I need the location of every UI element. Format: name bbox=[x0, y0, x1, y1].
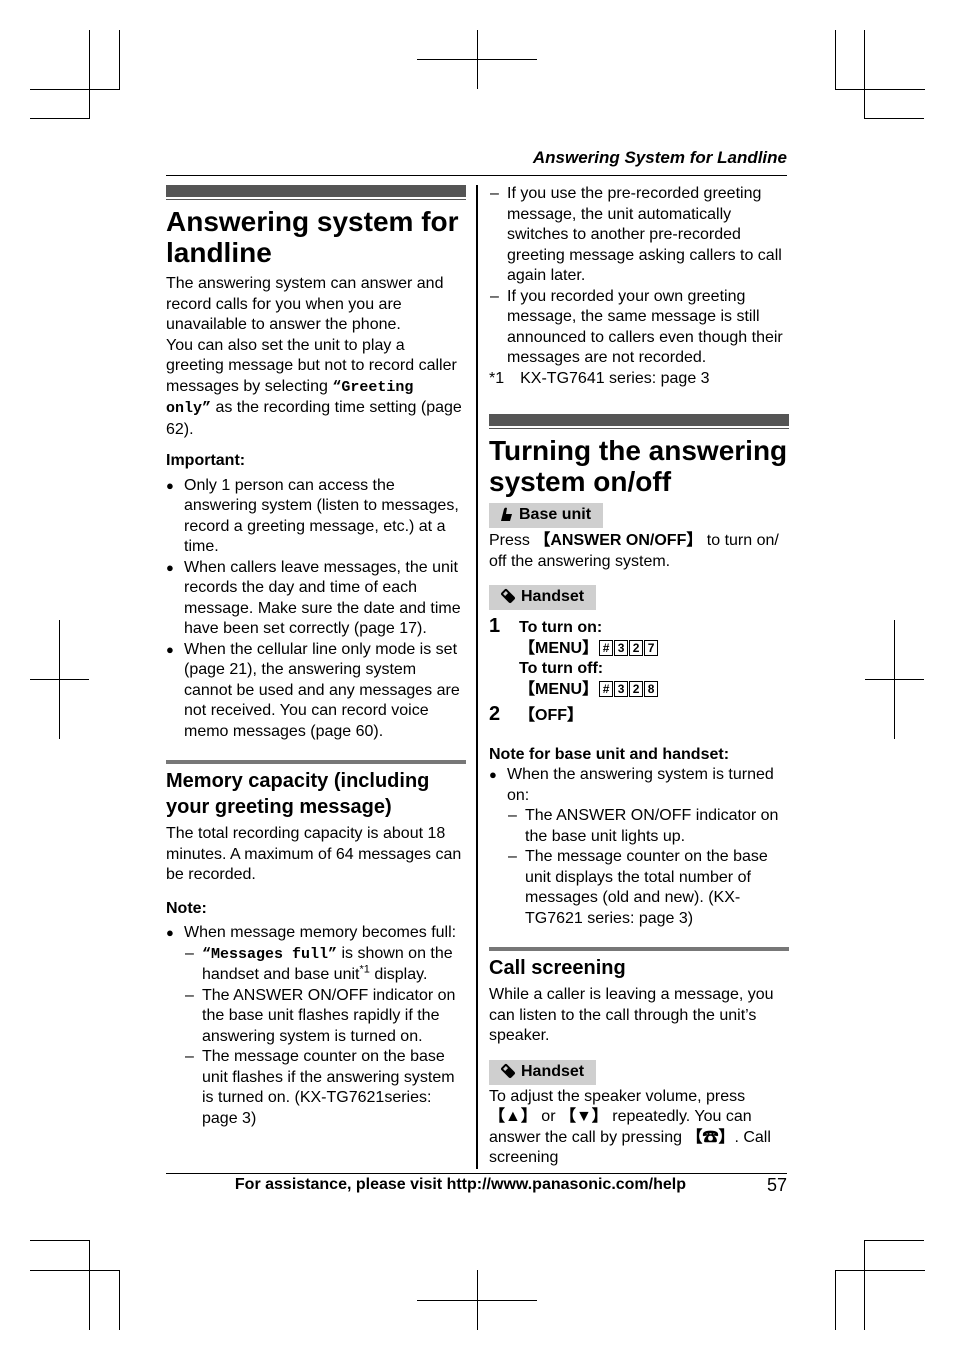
running-header: Answering System for Landline bbox=[532, 148, 787, 167]
note-label: Note for base unit and handset: bbox=[489, 745, 730, 763]
key-8: 8 bbox=[644, 680, 659, 697]
screening-text: While a caller is leaving a message, you… bbox=[489, 986, 774, 1044]
handset-badge: Handset bbox=[489, 585, 597, 610]
sub-list-item: If you use the pre-recorded greeting mes… bbox=[489, 184, 789, 287]
handset-badge: Handset bbox=[489, 1059, 597, 1085]
page-number: 57 bbox=[766, 1175, 787, 1195]
text: Press bbox=[489, 532, 535, 549]
column-divider bbox=[476, 185, 478, 1169]
left-column: Answering system for landline The answer… bbox=[166, 185, 466, 1129]
handset-icon bbox=[501, 1063, 515, 1078]
sub-list-item: “Messages full” is shown on the handset … bbox=[184, 944, 466, 986]
footer-assistance: For assistance, please visit http://www.… bbox=[234, 1176, 686, 1193]
key-hash: # bbox=[599, 680, 614, 697]
off-key: 【OFF】 bbox=[519, 707, 583, 724]
continued-list: If you use the pre-recorded greeting mes… bbox=[489, 184, 789, 369]
list-item: Only 1 person can access the answering s… bbox=[166, 476, 466, 558]
intro-paragraph-2: You can also set the unit to play a gree… bbox=[166, 336, 466, 441]
turn-off-keys: 【MENU】 #3 2 8 bbox=[519, 680, 789, 701]
section-bar-thin bbox=[489, 428, 789, 429]
text: To adjust the speaker volume, press bbox=[489, 1087, 746, 1105]
menu-key: 【MENU】 bbox=[519, 680, 599, 698]
key-2: 2 bbox=[629, 639, 644, 656]
key-hash: # bbox=[599, 639, 614, 656]
intro-paragraph: The answering system can answer and reco… bbox=[166, 275, 444, 333]
sub-list-item: The ANSWER ON/OFF indicator on the base … bbox=[184, 986, 466, 1048]
subsection-rule bbox=[489, 947, 789, 951]
turn-on-keys: 【MENU】 #3 2 7 bbox=[519, 639, 789, 660]
step-number: 2 bbox=[489, 703, 501, 725]
messages-full-display: “Messages full” bbox=[202, 945, 338, 963]
text: When message memory becomes full: bbox=[184, 924, 457, 941]
important-label: Important: bbox=[166, 452, 246, 469]
turn-on-label: To turn on: bbox=[519, 619, 603, 636]
key-2: 2 bbox=[629, 680, 644, 697]
sub-list-item: The message counter on the base unit dis… bbox=[507, 847, 789, 929]
text: When the answering system is turned on: bbox=[507, 766, 774, 804]
base-unit-instruction: Press 【ANSWER ON/OFF】 to turn on/ off th… bbox=[489, 531, 789, 572]
subsection-title: Memory capacity (including your greeting… bbox=[166, 770, 430, 818]
text: as the recording time setting (page 62). bbox=[166, 399, 462, 438]
text: display. bbox=[369, 966, 428, 983]
note-label: Note: bbox=[166, 899, 207, 917]
subsection-title: Call screening bbox=[489, 957, 626, 979]
header-rule bbox=[166, 175, 787, 176]
list-item: When the answering system is turned on: … bbox=[489, 765, 789, 929]
section-title: Turning the answering system on/off bbox=[489, 435, 788, 497]
section-title: Answering system for landline bbox=[166, 206, 459, 268]
handset-icon bbox=[501, 589, 515, 603]
list-item: When the cellular line only mode is set … bbox=[166, 640, 466, 743]
sub-list-item: If you recorded your own greeting messag… bbox=[489, 287, 789, 369]
step-number: 1 bbox=[489, 615, 501, 637]
sub-list-item: The message counter on the base unit fla… bbox=[184, 1047, 466, 1129]
answer-on-off-key: 【ANSWER ON/OFF】 bbox=[534, 532, 703, 549]
subsection-rule bbox=[166, 760, 466, 764]
sub-list-item: The ANSWER ON/OFF indicator on the base … bbox=[507, 806, 789, 847]
menu-key: 【MENU】 bbox=[519, 639, 599, 657]
step-2: 2 【OFF】 bbox=[489, 703, 789, 727]
footnote-ref: *1 bbox=[359, 963, 370, 976]
footnote: *1 KX-TG7641 series: page 3 bbox=[489, 369, 710, 387]
list-item: When message memory becomes full: “Messa… bbox=[166, 923, 466, 1129]
note-list: When message memory becomes full: “Messa… bbox=[166, 923, 466, 1129]
right-column: If you use the pre-recorded greeting mes… bbox=[489, 184, 789, 1169]
list-item: When callers leave messages, the unit re… bbox=[166, 558, 466, 640]
footer-rule bbox=[166, 1173, 787, 1174]
base-unit-badge: Base unit bbox=[489, 503, 604, 528]
badge-label: Handset bbox=[521, 1062, 585, 1080]
sub-list: “Messages full” is shown on the handset … bbox=[184, 944, 466, 1130]
screening-instructions: To adjust the speaker volume, press 【▲】 … bbox=[489, 1087, 789, 1169]
note-list: When the answering system is turned on: … bbox=[489, 765, 789, 929]
section-bar bbox=[166, 185, 466, 197]
badge-label: Handset bbox=[521, 588, 585, 605]
step-1: 1 To turn on: 【MENU】 #3 2 7 To turn off: 【M… bbox=[489, 615, 789, 701]
important-list: Only 1 person can access the answering s… bbox=[166, 476, 466, 743]
talk-key: 【☎】 bbox=[686, 1128, 735, 1146]
turn-off-label: To turn off: bbox=[519, 660, 604, 677]
badge-label: Base unit bbox=[519, 506, 592, 523]
section-bar bbox=[489, 414, 789, 426]
volume-down-key: 【▼】 bbox=[559, 1108, 608, 1125]
section-bar-thin bbox=[166, 199, 466, 200]
sub-list: The ANSWER ON/OFF indicator on the base … bbox=[507, 806, 789, 929]
memory-text: The total recording capacity is about 18… bbox=[166, 825, 462, 883]
text: or bbox=[536, 1108, 560, 1125]
key-3: 3 bbox=[614, 639, 629, 656]
base-unit-icon bbox=[501, 507, 512, 521]
volume-up-key: 【▲】 bbox=[489, 1108, 537, 1125]
key-7: 7 bbox=[644, 639, 659, 656]
key-3: 3 bbox=[614, 680, 629, 697]
